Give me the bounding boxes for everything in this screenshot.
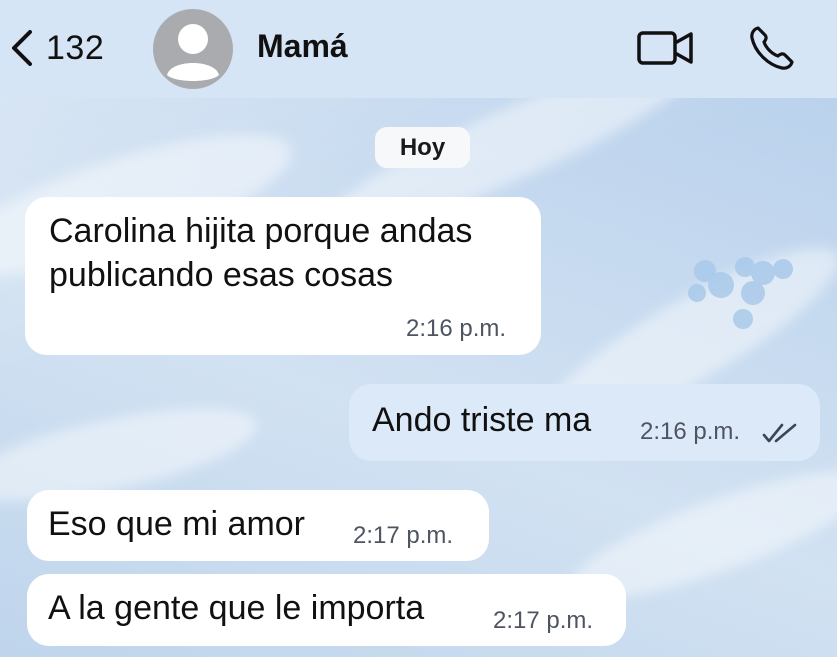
sticker-blob xyxy=(688,257,793,329)
message-timestamp: 2:16 p.m. xyxy=(406,315,507,342)
avatar[interactable] xyxy=(153,9,233,89)
video-camera-icon xyxy=(637,31,693,65)
message-text: A la gente que le importa xyxy=(48,589,425,627)
video-call-button[interactable] xyxy=(636,28,696,68)
message-text: Carolina hijita porque andas publicando … xyxy=(49,212,473,294)
message-bubble-outgoing[interactable]: Ando triste ma 2:16 p.m. xyxy=(349,384,820,461)
message-bubble-incoming[interactable]: Eso que mi amor 2:17 p.m. xyxy=(27,490,489,561)
message-text: Ando triste ma xyxy=(372,401,592,439)
message-timestamp: 2:17 p.m. xyxy=(493,607,594,634)
phone-icon xyxy=(750,26,794,70)
double-check-icon xyxy=(762,423,797,443)
contact-name[interactable]: Mamá xyxy=(257,28,348,65)
unread-count: 132 xyxy=(46,28,105,67)
message-timestamp: 2:17 p.m. xyxy=(353,522,454,549)
message-bubble-incoming[interactable]: Carolina hijita porque andas publicando … xyxy=(25,197,541,355)
message-timestamp: 2:16 p.m. xyxy=(640,418,741,445)
chevron-left-icon xyxy=(12,30,32,66)
message-text: Eso que mi amor xyxy=(48,505,305,543)
message-bubble-incoming[interactable]: A la gente que le importa 2:17 p.m. xyxy=(27,574,626,646)
voice-call-button[interactable] xyxy=(748,24,796,72)
date-separator: Hoy xyxy=(375,127,470,168)
chat-header: 132 Mamá xyxy=(0,0,837,98)
avatar-placeholder-icon xyxy=(167,24,219,81)
back-button[interactable]: 132 xyxy=(8,22,104,74)
